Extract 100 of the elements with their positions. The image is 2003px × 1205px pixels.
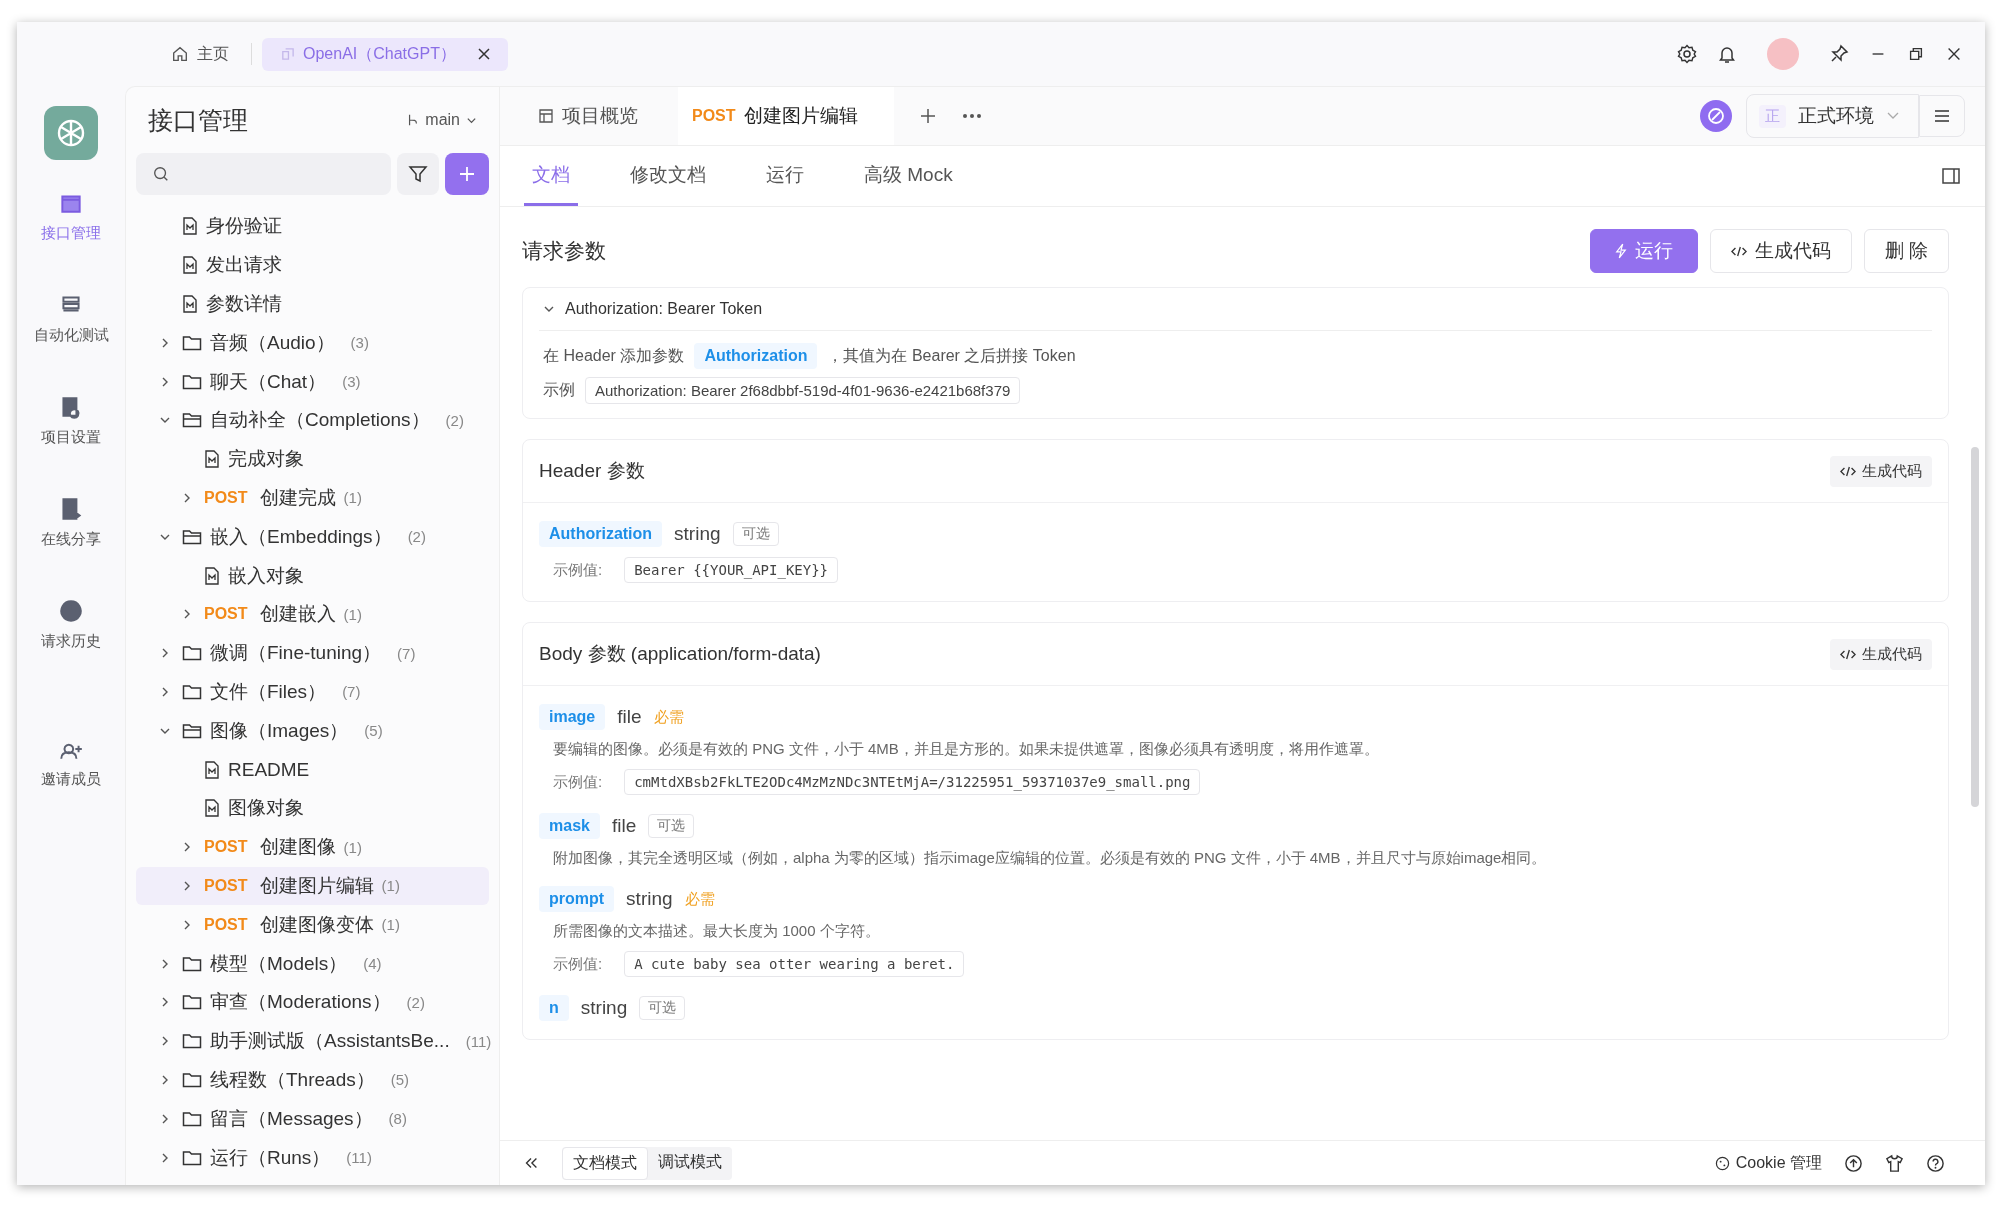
parameter-name: Authorization: [694, 343, 818, 369]
document-tab[interactable]: 项目概览: [522, 87, 654, 145]
bell-icon[interactable]: [1717, 44, 1737, 64]
tree-item[interactable]: POST 创建嵌入 (1): [136, 594, 489, 634]
generate-code-button[interactable]: 生成代码: [1709, 229, 1852, 273]
tree-item[interactable]: 自动补全（Completions） (2): [136, 401, 489, 440]
external-link-icon: [280, 46, 295, 62]
settings-icon[interactable]: [1677, 44, 1697, 64]
nav-item[interactable]: 项目设置: [41, 384, 101, 486]
parameter-type: file: [611, 815, 637, 837]
tree-item[interactable]: 嵌入对象: [136, 556, 489, 595]
nav-icon: [58, 598, 84, 624]
tree-item[interactable]: 运行（Runs） (11): [136, 1138, 489, 1177]
item-count: (8): [388, 1110, 407, 1128]
required-label: 必需: [653, 707, 684, 727]
markdown-file-icon: [182, 217, 198, 236]
tab[interactable]: 文档: [524, 146, 578, 206]
mode-tab[interactable]: 调试模式: [648, 1146, 732, 1180]
tree-item[interactable]: 图像（Images） (5): [136, 711, 489, 751]
sync-icon[interactable]: [1700, 100, 1732, 132]
scrollbar[interactable]: [1971, 447, 1979, 807]
environment-selector[interactable]: 正 正式环境: [1746, 94, 1919, 138]
folder-icon: [182, 334, 202, 351]
parameter-type: string: [626, 888, 673, 910]
tree-item-label: 自动补全（Completions）: [210, 408, 430, 433]
branch-selector[interactable]: main: [407, 111, 477, 129]
tree-item[interactable]: 聊天（Chat） (3): [136, 362, 489, 401]
tree-item-label: 发出请求: [206, 253, 282, 278]
tree-item-label: 审查（Moderations）: [210, 990, 391, 1015]
tree-item[interactable]: 线程数（Threads） (5): [136, 1060, 489, 1100]
tree-item-label: 助手测试版（AssistantsBe...: [210, 1029, 450, 1054]
tab[interactable]: 高级 Mock: [856, 146, 961, 206]
tree-item-label: README: [228, 758, 310, 781]
tab[interactable]: 修改文档: [622, 146, 714, 206]
close-tab-icon[interactable]: [477, 48, 490, 60]
restore-icon[interactable]: [1907, 45, 1925, 63]
tree-item[interactable]: POST 创建图像变体 (1): [136, 905, 489, 945]
tree-item[interactable]: 音频（Audio） (3): [136, 323, 489, 363]
example-value: Bearer {{YOUR_API_KEY}}: [624, 557, 839, 583]
tree-item[interactable]: 发出请求: [136, 245, 489, 285]
window-tab[interactable]: 主页: [159, 37, 241, 71]
tree-item[interactable]: 模型（Models） (4): [136, 944, 489, 983]
delete-button[interactable]: 删 除: [1863, 229, 1949, 273]
http-method: POST: [204, 915, 248, 934]
nav-item[interactable]: 邀请成员: [41, 726, 101, 828]
http-method: POST: [204, 876, 248, 895]
auth-header[interactable]: Authorization: Bearer Token: [539, 288, 1932, 331]
add-button[interactable]: [445, 153, 489, 195]
document-tab[interactable]: POST 创建图片编辑: [678, 87, 894, 145]
tree-item[interactable]: 审查（Moderations） (2): [136, 982, 489, 1022]
filter-button[interactable]: [397, 153, 439, 195]
more-icon[interactable]: [961, 113, 982, 119]
tree-item[interactable]: 身份验证: [136, 207, 489, 246]
nav-item[interactable]: 接口管理: [41, 180, 101, 282]
markdown-file-icon: [204, 450, 220, 469]
cookie-icon: [1714, 1155, 1730, 1171]
tree-item[interactable]: 嵌入（Embeddings） (2): [136, 517, 489, 557]
tree-item-label: 创建图片编辑: [259, 873, 374, 898]
panel-toggle-icon[interactable]: [1941, 166, 1961, 186]
app-logo: [44, 106, 98, 160]
generate-code-button[interactable]: 生成代码: [1830, 455, 1932, 487]
tree-item[interactable]: 助手测试版（AssistantsBe... (11): [136, 1021, 489, 1061]
auth-description: 在 Header 添加参数: [543, 345, 685, 366]
tree-item[interactable]: 留言（Messages） (8): [136, 1099, 489, 1139]
nav-item[interactable]: 自动化测试: [33, 282, 109, 384]
tree-item-label: 创建完成: [259, 485, 336, 510]
chevron-down-icon: [1886, 111, 1900, 121]
help-icon[interactable]: [1926, 1153, 1945, 1173]
tree-item-label: 嵌入（Embeddings）: [210, 524, 392, 549]
tree-item-label: 聊天（Chat）: [210, 369, 327, 394]
search-field[interactable]: [136, 153, 391, 195]
tree-item[interactable]: 图像对象: [136, 788, 489, 828]
example-value: Authorization: Bearer 2f68dbbf-519d-4f01-9636-e2421b68f379: [585, 377, 1021, 404]
tab[interactable]: 运行: [758, 146, 812, 206]
parameter-name: mask: [539, 813, 600, 839]
tree-item[interactable]: POST 创建图片编辑 (1): [136, 866, 489, 906]
upload-icon[interactable]: [1844, 1153, 1863, 1173]
pin-icon[interactable]: [1829, 44, 1849, 64]
tree-item[interactable]: 完成对象: [136, 439, 489, 479]
item-count: (3): [350, 334, 369, 352]
tree-item[interactable]: POST 创建完成 (1): [136, 478, 489, 518]
tree-item[interactable]: 文件（Files） (7): [136, 672, 489, 712]
folder-icon: [182, 1033, 202, 1050]
search-icon: [152, 165, 170, 183]
tree-item[interactable]: POST 创建图像 (1): [136, 827, 489, 867]
item-count: (7): [342, 683, 361, 701]
run-button[interactable]: 运行: [1589, 229, 1698, 273]
tree-item[interactable]: README: [136, 750, 489, 789]
cookie-button[interactable]: Cookie 管理: [1714, 1152, 1822, 1174]
optional-label: 可选: [732, 522, 779, 546]
menu-button[interactable]: [1919, 95, 1965, 137]
nav-item[interactable]: 请求历史: [41, 588, 101, 690]
tree-item[interactable]: 参数详情: [136, 284, 489, 324]
item-count: (2): [406, 993, 425, 1011]
mode-tab[interactable]: 文档模式: [562, 1146, 648, 1180]
tree-item-label: 音频（Audio）: [210, 330, 335, 355]
shirt-icon[interactable]: [1885, 1153, 1904, 1173]
tree-item[interactable]: 微调（Fine-tuning） (7): [136, 633, 489, 673]
nav-item[interactable]: 在线分享: [41, 486, 101, 588]
generate-code-button[interactable]: 生成代码: [1830, 638, 1932, 670]
